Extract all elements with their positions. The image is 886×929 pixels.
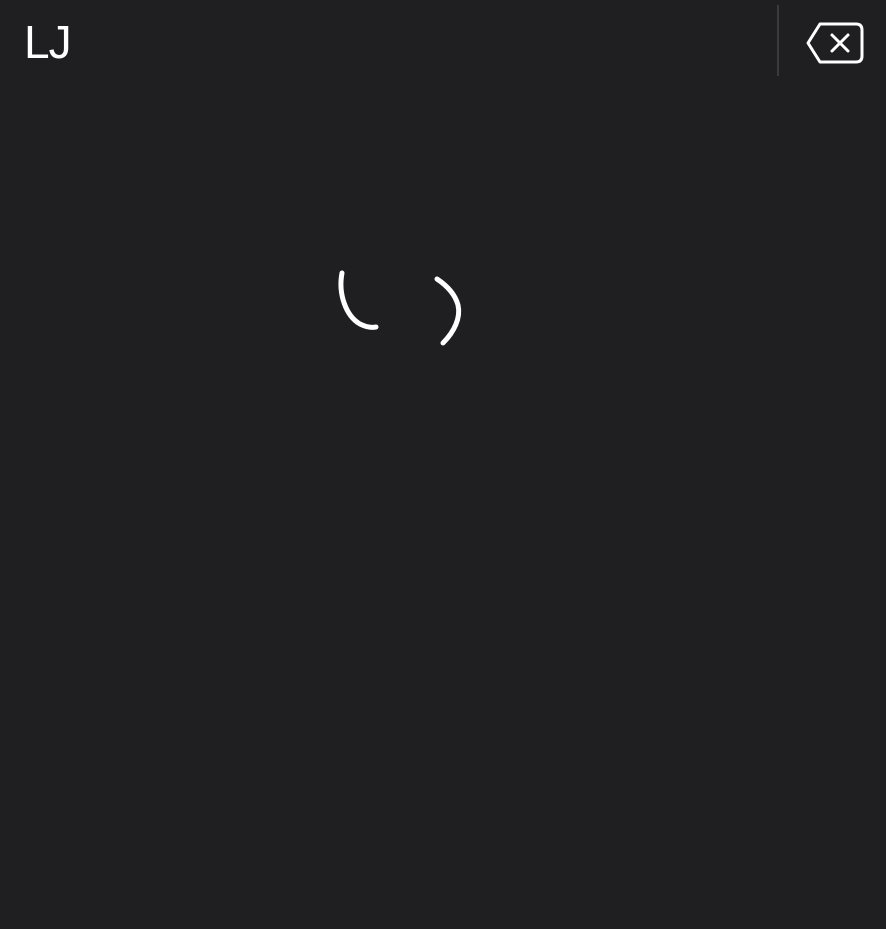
- recognized-text-candidate[interactable]: LJ: [24, 16, 72, 68]
- divider: [777, 5, 779, 76]
- ink-stroke-l: [338, 270, 379, 330]
- candidate-bar: LJ: [0, 0, 886, 80]
- delete-backspace-icon: [806, 22, 864, 64]
- delete-button[interactable]: [800, 16, 870, 70]
- handwriting-canvas[interactable]: [0, 80, 886, 929]
- ink-strokes: [338, 270, 462, 346]
- ink-stroke-j: [434, 276, 462, 346]
